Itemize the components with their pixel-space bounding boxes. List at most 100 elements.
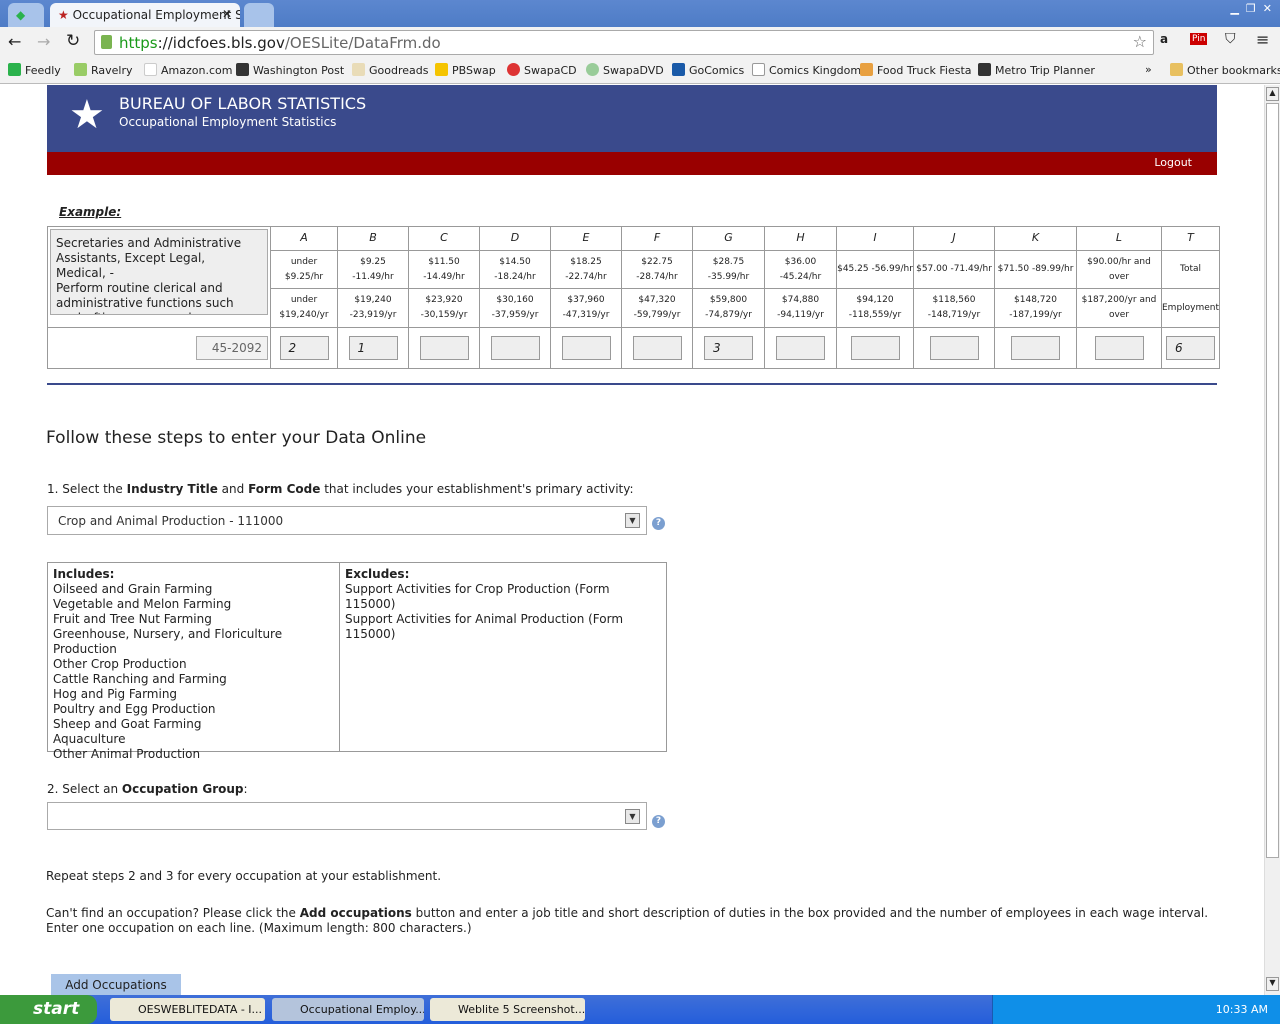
forward-icon[interactable]: →: [37, 32, 50, 51]
column-letter: G: [724, 231, 733, 244]
occupation-group-select[interactable]: ▼: [47, 802, 647, 830]
bls-logo-icon: ★: [69, 92, 105, 138]
close-tab-icon[interactable]: ✕: [222, 7, 232, 21]
include-item: Fruit and Tree Nut Farming: [53, 612, 212, 626]
vertical-scrollbar[interactable]: ▲ ▼: [1264, 85, 1280, 995]
employee-count-input[interactable]: 2: [279, 336, 329, 360]
hourly-cell: $14.50 -18.24/hr: [479, 250, 551, 289]
bookmark[interactable]: GoComics: [672, 63, 744, 77]
taskbar-item-active[interactable]: Occupational Employ...: [272, 998, 424, 1021]
pinterest-extension-icon[interactable]: Pin: [1190, 33, 1208, 45]
scroll-down-icon[interactable]: ▼: [1266, 977, 1279, 991]
annual-range: -30,159/yr: [420, 310, 468, 320]
window-controls[interactable]: ▁ ❐ ✕: [1230, 2, 1272, 15]
column-header: D: [479, 226, 551, 251]
column-letter: J: [952, 231, 956, 244]
employee-count-input[interactable]: [419, 336, 469, 360]
bookmark[interactable]: Amazon.com: [144, 63, 232, 77]
employee-count-input[interactable]: 6: [1166, 336, 1216, 360]
hourly-cell: $11.50 -14.49/hr: [408, 250, 480, 289]
annual-cell: $94,120 -118,559/yr: [836, 288, 914, 328]
star-bookmark-icon[interactable]: ☆: [1133, 32, 1147, 51]
tab-feedly[interactable]: ◆: [8, 3, 44, 27]
bookmark[interactable]: Comics Kingdom: [752, 63, 861, 77]
employee-count-input[interactable]: [632, 336, 682, 360]
hourly-range: $36.00: [784, 256, 817, 267]
bookmark[interactable]: SwapaDVD: [586, 63, 664, 77]
column-header: J: [913, 226, 995, 251]
example-wage-table: Secretaries and Administrative Assistant…: [47, 226, 1221, 369]
hourly-range: $22.75: [641, 256, 673, 267]
new-tab-button[interactable]: [244, 3, 274, 27]
employee-count-input[interactable]: [1094, 336, 1144, 360]
employee-count-input[interactable]: 1: [348, 336, 398, 360]
chevron-down-icon[interactable]: ▼: [625, 809, 640, 824]
employee-count-input[interactable]: [850, 336, 900, 360]
annual-cell: $37,960 -47,319/yr: [550, 288, 622, 328]
bookmark[interactable]: Food Truck Fiesta: [860, 63, 972, 77]
other-bookmarks[interactable]: Other bookmarks: [1170, 63, 1280, 77]
help-icon[interactable]: ?: [652, 517, 665, 530]
browser-tab-bar: ◆ ★ Occupational Employment St ✕ ▁ ❐ ✕: [0, 0, 1280, 27]
amazon-extension-icon[interactable]: a: [1160, 32, 1168, 46]
taskbar-item[interactable]: Weblite 5 Screenshot...: [430, 998, 585, 1021]
annual-cell: $59,800 -74,879/yr: [692, 288, 765, 328]
column-letter: F: [653, 231, 661, 244]
tab-active[interactable]: ★ Occupational Employment St ✕: [50, 3, 240, 27]
system-tray: 10:33 AM: [992, 995, 1280, 1024]
bookmark[interactable]: Goodreads: [352, 63, 428, 77]
bookmark[interactable]: Ravelry: [74, 63, 133, 77]
reload-icon[interactable]: ↻: [66, 31, 80, 51]
menu-icon[interactable]: ≡: [1256, 30, 1269, 49]
annual-range: $37,960: [567, 295, 605, 305]
repeat-instructions: Repeat steps 2 and 3 for every occupatio…: [46, 869, 442, 883]
hourly-range: $28.75: [712, 256, 745, 267]
back-icon[interactable]: ←: [8, 32, 21, 51]
bookmark[interactable]: Metro Trip Planner: [978, 63, 1095, 77]
hourly-range: Total: [1180, 264, 1202, 274]
industry-select[interactable]: Crop and Animal Production - 111000 ▼: [47, 506, 647, 535]
taskbar-item[interactable]: OESWEBLITEDATA - I...: [110, 998, 265, 1021]
employee-count-input[interactable]: [776, 336, 825, 360]
include-item: Greenhouse, Nursery, and Floriculture Pr…: [53, 627, 283, 656]
hourly-range: -45.24/hr: [779, 271, 822, 282]
input-cell: [1076, 327, 1162, 369]
help-icon[interactable]: ?: [652, 815, 665, 828]
annual-cell: $187,200/yr and over: [1076, 288, 1162, 328]
employee-count-input[interactable]: [1011, 336, 1060, 360]
address-bar[interactable]: https://idcfoes.bls.gov/OESLite/DataFrm.…: [94, 30, 1154, 55]
bookmark[interactable]: SwapaCD: [507, 63, 577, 77]
chevron-down-icon[interactable]: ▼: [625, 513, 640, 528]
include-item: Other Animal Production: [53, 747, 201, 761]
employee-count-input[interactable]: [929, 336, 979, 360]
employee-count-input[interactable]: 3: [704, 336, 753, 360]
scroll-thumb[interactable]: [1266, 103, 1279, 858]
page-content: ★ BUREAU OF LABOR STATISTICS Occupationa…: [0, 85, 1264, 995]
column-letter: C: [440, 231, 448, 244]
pocket-icon[interactable]: ⛉: [1225, 31, 1236, 47]
add-occupations-button[interactable]: Add Occupations: [51, 974, 181, 995]
column-letter: I: [873, 231, 877, 244]
employee-count-input[interactable]: [490, 336, 540, 360]
bookmark[interactable]: PBSwap: [435, 63, 496, 77]
goodreads-icon: [352, 63, 365, 76]
hourly-range: -18.24/hr: [494, 271, 536, 282]
exclude-item: Support Activities for Animal Production…: [345, 612, 624, 641]
start-button[interactable]: start: [0, 995, 97, 1024]
annual-cell: $23,920 -30,159/yr: [408, 288, 480, 328]
bls-banner: ★ BUREAU OF LABOR STATISTICS Occupationa…: [47, 85, 1217, 152]
occupation-description-textarea[interactable]: Secretaries and Administrative Assistant…: [50, 229, 268, 315]
lock-icon: [101, 35, 112, 49]
column-letter: E: [582, 231, 590, 244]
logout-link[interactable]: Logout: [1154, 156, 1192, 169]
scroll-up-icon[interactable]: ▲: [1266, 87, 1279, 101]
bookmarks-bar: Feedly Ravelry Amazon.com Washington Pos…: [0, 58, 1280, 84]
hourly-range: -22.74/hr: [565, 271, 607, 282]
bookmark[interactable]: Feedly: [8, 63, 61, 77]
folder-icon: [1170, 63, 1183, 76]
hourly-range: -28.74/hr: [636, 271, 678, 282]
more-bookmarks[interactable]: »: [1145, 63, 1152, 76]
employee-count-input[interactable]: [561, 336, 611, 360]
bookmark[interactable]: Washington Post: [236, 63, 344, 77]
add-occupation-instructions: Can't find an occupation? Please click t…: [46, 906, 1209, 935]
